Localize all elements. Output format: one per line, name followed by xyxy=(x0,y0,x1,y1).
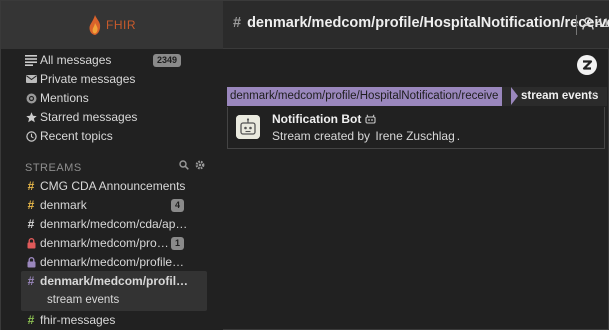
stream-label: denmark/medcom/profile… xyxy=(40,255,185,269)
stream-label: denmark/medcom/cda/ap… xyxy=(40,217,188,231)
clock-icon xyxy=(25,130,37,142)
nav-mentions[interactable]: Mentions xyxy=(25,90,89,106)
stream-hash-icon: # xyxy=(27,313,35,327)
stream-label: denmark/medcom/profil… xyxy=(40,274,189,288)
stream-item[interactable]: denmark/medcom/pro… xyxy=(25,234,169,252)
streams-heading[interactable]: STREAMS xyxy=(25,162,82,174)
streams-tools xyxy=(179,160,205,170)
message-text: Stream created by xyxy=(272,129,371,143)
nav-all-messages[interactable]: All messages xyxy=(25,52,111,68)
nav-private-messages-label: Private messages xyxy=(40,72,136,86)
zulip-logo-icon xyxy=(582,60,593,70)
nav-recent-topics[interactable]: Recent topics xyxy=(25,128,113,144)
stream-label: denmark xyxy=(40,198,87,212)
message-text-end: . xyxy=(456,129,461,143)
stream-item[interactable]: # denmark xyxy=(25,196,87,214)
lock-icon xyxy=(25,237,37,249)
recipient-bar-arrow xyxy=(511,87,518,105)
bot-avatar-icon xyxy=(236,115,260,139)
stream-hash-icon: # xyxy=(27,179,35,193)
nav-mentions-label: Mentions xyxy=(40,91,89,105)
nav-private-messages[interactable]: Private messages xyxy=(25,71,135,87)
narrow-title[interactable]: # denmark/medcom/profile/HospitalNotifica… xyxy=(233,15,609,31)
recipient-bar: denmark/medcom/profile/HospitalNotificat… xyxy=(227,87,607,106)
recipient-topic-name[interactable]: stream events xyxy=(518,87,598,106)
subscriber-count-value: 41 xyxy=(596,16,609,30)
org-logo[interactable]: FHIR xyxy=(1,1,223,49)
topic-item-stream-events[interactable]: stream events xyxy=(47,294,119,306)
stream-hash-icon: # xyxy=(27,274,35,288)
search-icon[interactable] xyxy=(179,160,189,170)
app-window: FHIR # denmark/medcom/profile/HospitalNot… xyxy=(0,0,609,330)
message-row[interactable]: Notification Bot Stream created by Irene… xyxy=(227,107,605,149)
stream-item-active[interactable]: # denmark/medcom/profil… xyxy=(25,272,188,290)
avatar[interactable] xyxy=(236,115,260,139)
stream-label: denmark/medcom/pro… xyxy=(40,236,169,250)
all-messages-count-badge: 2349 xyxy=(153,54,182,67)
recipient-stream-name[interactable]: denmark/medcom/profile/HospitalNotificat… xyxy=(227,87,503,106)
stream-item[interactable]: # denmark/medcom/cda/ap… xyxy=(25,215,188,233)
nav-all-messages-label: All messages xyxy=(40,53,112,67)
top-navbar: FHIR # denmark/medcom/profile/HospitalNot… xyxy=(1,1,609,49)
brand-name: FHIR xyxy=(106,18,136,32)
stream-hash-icon: # xyxy=(27,198,35,212)
stream-hash-icon: # xyxy=(27,217,35,231)
header-divider xyxy=(576,15,577,35)
subscriber-count[interactable]: 41 xyxy=(582,16,609,30)
nav-recent-topics-label: Recent topics xyxy=(40,129,113,143)
compose-button[interactable] xyxy=(577,55,597,75)
stream-item[interactable]: # fhir-messages xyxy=(25,311,116,329)
user-mention[interactable]: Irene Zuschlag xyxy=(375,129,454,143)
message-sender[interactable]: Notification Bot xyxy=(272,112,376,126)
stream-item[interactable]: # CMG CDA Announcements xyxy=(25,177,186,195)
flame-icon xyxy=(89,15,101,35)
nav-starred-messages[interactable]: Starred messages xyxy=(25,109,137,125)
stream-item[interactable]: denmark/medcom/profile… xyxy=(25,253,184,271)
left-sidebar: All messages 2349 Private messages Menti… xyxy=(1,49,223,330)
sender-name: Notification Bot xyxy=(272,112,362,126)
nav-starred-messages-label: Starred messages xyxy=(40,110,138,124)
topic-mute-icon[interactable]: ⁄ xyxy=(593,90,595,102)
stream-hash-icon: # xyxy=(233,15,242,31)
stream-label: CMG CDA Announcements xyxy=(40,179,186,193)
all-messages-icon xyxy=(25,54,37,66)
message-content: Stream created by Irene Zuschlag. xyxy=(272,129,460,143)
unread-count-badge: 1 xyxy=(171,237,185,250)
stream-label: fhir-messages xyxy=(40,313,116,327)
star-icon xyxy=(25,111,37,123)
envelope-icon xyxy=(25,73,37,85)
at-icon xyxy=(25,92,37,104)
user-icon xyxy=(582,16,594,30)
lock-icon xyxy=(25,256,37,268)
unread-count-badge: 4 xyxy=(171,199,185,212)
narrow-title-text: denmark/medcom/profile/HospitalNotificat… xyxy=(247,15,609,31)
gear-icon[interactable] xyxy=(195,160,205,170)
bot-icon xyxy=(365,114,376,124)
